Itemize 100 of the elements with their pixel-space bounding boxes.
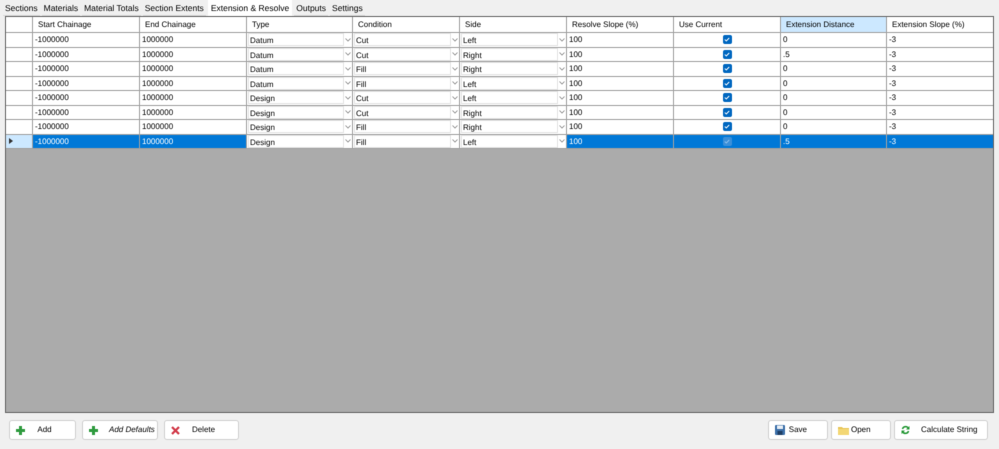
combo-box[interactable]: Cut bbox=[353, 48, 460, 61]
caret-icon bbox=[345, 52, 351, 56]
combo-box[interactable]: Right bbox=[460, 48, 567, 61]
table-cell: 100 bbox=[567, 106, 674, 119]
table-cell: 0 bbox=[781, 106, 887, 119]
column-header[interactable]: Extension Distance bbox=[781, 17, 887, 32]
caret-icon bbox=[452, 52, 458, 56]
table-cell: -3 bbox=[887, 106, 993, 119]
table-cell: -3 bbox=[887, 76, 993, 90]
tab[interactable]: Settings bbox=[330, 2, 365, 16]
save-button[interactable]: Save bbox=[768, 420, 828, 440]
tab[interactable]: Sections bbox=[3, 2, 40, 16]
table-row[interactable]: -1000000 1000000 Datum Cut Left 100 0 -3 bbox=[6, 33, 993, 48]
checkbox[interactable] bbox=[722, 108, 732, 117]
caret-icon bbox=[345, 66, 351, 71]
combo-box[interactable]: Fill bbox=[353, 120, 460, 134]
combo-box[interactable]: Design bbox=[247, 134, 353, 148]
combo-box[interactable]: Cut bbox=[353, 91, 460, 104]
caret-icon bbox=[345, 81, 351, 86]
combo-box[interactable]: Fill bbox=[353, 134, 460, 148]
combo-box[interactable]: Design bbox=[247, 91, 353, 104]
caret-icon bbox=[559, 124, 565, 129]
caret-icon bbox=[559, 139, 565, 144]
table-cell: 100 bbox=[567, 91, 674, 104]
table-cell: 100 bbox=[567, 62, 674, 76]
table-cell: 0 bbox=[781, 76, 887, 90]
table-cell: 100 bbox=[567, 134, 674, 148]
add-button[interactable]: Add bbox=[9, 420, 76, 440]
checkbox[interactable] bbox=[722, 35, 732, 44]
plus-icon bbox=[16, 426, 25, 434]
tab[interactable]: Materials bbox=[42, 2, 80, 16]
combo-box[interactable]: Cut bbox=[353, 106, 460, 119]
checkbox[interactable] bbox=[722, 50, 732, 59]
combo-box[interactable]: Datum bbox=[247, 48, 353, 61]
table-cell: .5 bbox=[781, 48, 887, 61]
checkbox[interactable] bbox=[722, 64, 732, 74]
table-cell: -1000000 bbox=[33, 76, 140, 90]
checkbox[interactable] bbox=[722, 93, 732, 102]
caret-icon bbox=[452, 81, 458, 86]
table-cell: -3 bbox=[887, 120, 993, 134]
checkbox[interactable] bbox=[722, 122, 732, 132]
open-button[interactable]: Open bbox=[831, 420, 891, 440]
caret-icon bbox=[559, 38, 565, 42]
table-cell: -3 bbox=[887, 91, 993, 104]
table-cell: -3 bbox=[887, 33, 993, 46]
tab[interactable]: Outputs bbox=[294, 2, 328, 16]
table-cell: 100 bbox=[567, 76, 674, 90]
combo-box[interactable]: Left bbox=[460, 76, 567, 90]
combo-box[interactable]: Fill bbox=[353, 76, 460, 90]
tab[interactable]: Extension & Resolve bbox=[208, 0, 292, 16]
delete-button[interactable]: Delete bbox=[164, 420, 239, 440]
table-cell: -1000000 bbox=[33, 33, 140, 46]
caret-icon bbox=[452, 96, 458, 100]
table-cell: .5 bbox=[781, 134, 887, 148]
caret-icon bbox=[345, 110, 351, 114]
combo-box[interactable]: Left bbox=[460, 134, 567, 148]
table-row[interactable]: -1000000 1000000 Design Cut Right 100 0 -3 bbox=[6, 106, 993, 120]
caret-icon bbox=[452, 66, 458, 71]
table-cell: -3 bbox=[887, 134, 993, 148]
caret-icon bbox=[559, 81, 565, 86]
add-defaults-button[interactable]: Add Defaults bbox=[82, 420, 158, 440]
table-row[interactable]: -1000000 1000000 Design Fill Left 100 .5 -3 bbox=[6, 134, 993, 149]
table-row[interactable]: -1000000 1000000 Datum Fill Right 100 0 -3 bbox=[6, 62, 993, 76]
caret-icon bbox=[345, 124, 351, 129]
current-row-icon bbox=[9, 138, 13, 144]
table-cell: 100 bbox=[567, 33, 674, 46]
table-cell: -3 bbox=[887, 48, 993, 61]
checkbox[interactable] bbox=[722, 136, 732, 146]
caret-icon bbox=[452, 139, 458, 144]
table-cell: 100 bbox=[567, 48, 674, 61]
plus-icon bbox=[89, 426, 98, 434]
tab[interactable]: Section Extents bbox=[142, 2, 206, 16]
combo-box[interactable]: Design bbox=[247, 106, 353, 119]
table-row[interactable]: -1000000 1000000 Design Fill Right 100 0 -3 bbox=[6, 120, 993, 134]
combo-box[interactable]: Right bbox=[460, 62, 567, 76]
table-cell: -1000000 bbox=[33, 106, 140, 119]
combo-box[interactable]: Left bbox=[460, 91, 567, 104]
calculate-button[interactable]: Calculate String bbox=[894, 420, 988, 440]
combo-box[interactable]: Right bbox=[460, 106, 567, 119]
table-cell: 0 bbox=[781, 62, 887, 76]
combo-box[interactable]: Left bbox=[460, 33, 567, 46]
table-cell: 0 bbox=[781, 33, 887, 46]
table-cell: -1000000 bbox=[33, 91, 140, 104]
combo-box[interactable]: Datum bbox=[247, 76, 353, 90]
combo-box[interactable]: Right bbox=[460, 120, 567, 134]
table-row[interactable]: -1000000 1000000 Datum Fill Left 100 0 -3 bbox=[6, 76, 993, 91]
caret-icon bbox=[345, 96, 351, 100]
tab[interactable]: Material Totals bbox=[82, 2, 141, 16]
combo-box[interactable]: Design bbox=[247, 120, 353, 134]
checkbox[interactable] bbox=[722, 78, 732, 88]
combo-box[interactable]: Fill bbox=[353, 62, 460, 76]
combo-box[interactable]: Cut bbox=[353, 33, 460, 46]
caret-icon bbox=[559, 96, 565, 100]
table-row[interactable]: -1000000 1000000 Design Cut Left 100 0 -3 bbox=[6, 91, 993, 106]
table-cell: -1000000 bbox=[33, 134, 140, 148]
folder-icon bbox=[838, 426, 849, 434]
table-row[interactable]: -1000000 1000000 Datum Cut Right 100 .5 -3 bbox=[6, 48, 993, 62]
combo-box[interactable]: Datum bbox=[247, 33, 353, 46]
caret-icon bbox=[452, 110, 458, 114]
combo-box[interactable]: Datum bbox=[247, 62, 353, 76]
